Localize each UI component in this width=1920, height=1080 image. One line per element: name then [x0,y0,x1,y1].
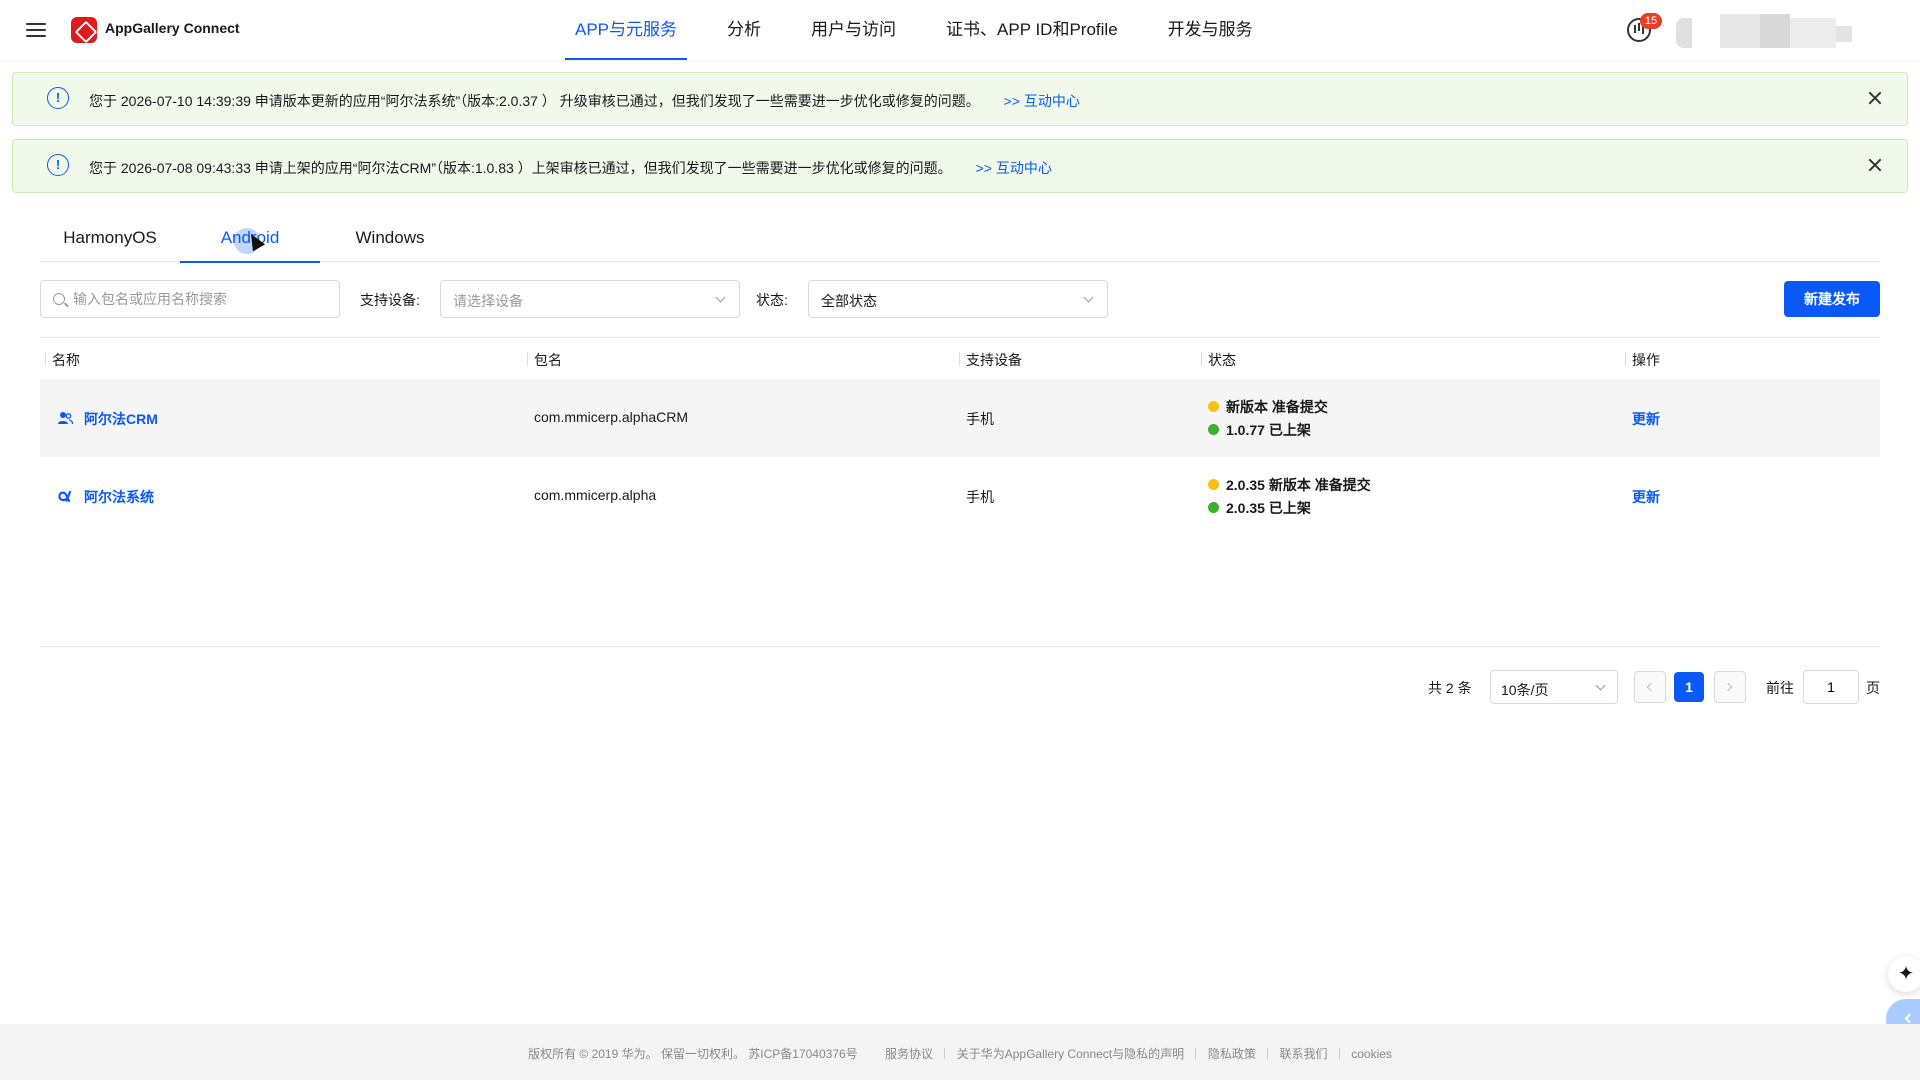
appgallery-logo-icon[interactable] [71,17,97,43]
tab-harmonyos[interactable]: HarmonyOS [40,214,180,262]
status-select[interactable]: 全部状态 [808,280,1108,318]
column-header-action: 操作 [1625,352,1660,368]
notice-text-wrapper: 您于 2026-07-08 09:43:33 申请上架的应用“阿尔法CRM”（版… [89,158,1052,178]
chevron-down-icon [1595,680,1606,691]
device-select-value: 请选择设备 [453,293,523,309]
chevron-down-icon [1083,292,1094,303]
nav-tab-analytics[interactable]: 分析 [717,0,771,60]
table-row[interactable]: 阿尔法系统 com.mmicerp.alpha 手机 2.0.35 新版本 准备… [40,457,1880,535]
footer-link-service-agreement[interactable]: 服务协议 [885,1047,933,1061]
info-icon: ! [47,87,69,109]
page-size-select[interactable]: 10条/页 [1490,670,1618,704]
interaction-center-link[interactable]: >> 互动中心 [1004,93,1080,109]
alpha-icon [58,490,72,503]
package-name: com.mmicerp.alpha [534,487,657,503]
device-filter-label: 支持设备: [360,292,420,308]
close-icon[interactable] [1865,88,1885,108]
footer-link-privacy-policy[interactable]: 隐私政策 [1208,1047,1256,1061]
table-row[interactable]: 阿尔法CRM com.mmicerp.alphaCRM 手机 新版本 准备提交 … [40,379,1880,457]
column-header-package: 包名 [527,352,562,368]
status-select-value: 全部状态 [821,293,877,309]
device-cell: 手机 [966,489,994,505]
search-input[interactable] [73,281,333,317]
notice-text: 您于 2026-07-08 09:43:33 申请上架的应用“阿尔法CRM”（版… [89,160,952,176]
chevron-left-icon [1646,682,1656,692]
status-text: 2.0.35 已上架 [1226,499,1311,516]
page-size-value: 10条/页 [1501,682,1549,698]
goto-label: 前往 [1766,680,1794,696]
footer-link-privacy-statement[interactable]: 关于华为AppGallery Connect与隐私的声明 [957,1047,1184,1061]
status-text: 新版本 准备提交 [1226,398,1328,415]
goto-page-input[interactable] [1803,670,1859,704]
status-filter-label: 状态: [756,292,788,308]
top-nav: AppGallery Connect APP与元服务 分析 用户与访问 证书、A… [0,0,1920,60]
chevron-left-icon [1904,1013,1915,1024]
footer-separator [1338,1048,1340,1059]
chevron-down-icon [715,292,726,303]
chevron-right-icon [1723,682,1733,692]
status-dot-pending [1208,479,1219,490]
pagination-total: 共 2 条 [1428,680,1472,696]
nav-tab-app-services[interactable]: APP与元服务 [565,0,688,60]
app-name-link[interactable]: 阿尔法CRM [84,409,158,429]
new-release-button[interactable]: 新建发布 [1784,281,1880,317]
hamburger-menu-icon[interactable] [24,18,48,42]
status-line: 2.0.35 已上架 [1208,496,1371,519]
footer-separator [944,1048,946,1059]
main-nav: APP与元服务 分析 用户与访问 证书、APP ID和Profile 开发与服务 [565,0,1293,60]
app-table: 名称 包名 支持设备 状态 操作 阿尔法CRM com.mmicerp.alph… [40,337,1880,535]
table-divider [40,646,1880,647]
package-name: com.mmicerp.alphaCRM [534,409,689,425]
notice-banner: ! 您于 2026-07-10 14:39:39 申请版本更新的应用“阿尔法系统… [12,72,1908,126]
prev-page-button[interactable] [1634,671,1666,703]
device-select[interactable]: 请选择设备 [440,280,740,318]
status-text: 1.0.77 已上架 [1226,421,1311,438]
status-cell: 新版本 准备提交 1.0.77 已上架 [1208,395,1328,441]
notice-banner: ! 您于 2026-07-08 09:43:33 申请上架的应用“阿尔法CRM”… [12,139,1908,193]
page-suffix-label: 页 [1866,680,1880,696]
column-header-device: 支持设备 [959,352,1022,368]
status-dot-pending [1208,401,1219,412]
footer-link-cookies[interactable]: cookies [1351,1047,1392,1061]
status-line: 2.0.35 新版本 准备提交 [1208,473,1371,496]
nav-tab-certificates[interactable]: 证书、APP ID和Profile [936,0,1128,60]
search-icon [53,293,65,305]
interaction-center-link[interactable]: >> 互动中心 [976,160,1052,176]
page-number-current[interactable]: 1 [1674,672,1704,702]
nav-tab-users-access[interactable]: 用户与访问 [801,0,906,60]
close-icon[interactable] [1865,155,1885,175]
table-header: 名称 包名 支持设备 状态 操作 [40,337,1880,379]
column-header-status: 状态 [1201,352,1236,368]
footer-link-contact-us[interactable]: 联系我们 [1280,1047,1328,1061]
status-line: 1.0.77 已上架 [1208,418,1328,441]
notice-text-wrapper: 您于 2026-07-10 14:39:39 申请版本更新的应用“阿尔法系统”（… [89,91,1080,111]
app-name-link[interactable]: 阿尔法系统 [84,487,154,507]
status-dot-live [1208,502,1219,513]
platform-tabs: HarmonyOS Android Windows [40,214,1880,263]
tab-windows[interactable]: Windows [320,214,460,262]
footer-separator [1267,1048,1269,1059]
info-icon: ! [47,154,69,176]
notification-badge: 15 [1640,13,1662,29]
status-dot-live [1208,424,1219,435]
footer-content: 版权所有 © 2019 华为。 保留一切权利。 苏ICP备17040376号 服… [0,1045,1920,1062]
column-header-name: 名称 [45,352,80,368]
footer: 版权所有 © 2019 华为。 保留一切权利。 苏ICP备17040376号 服… [0,1024,1920,1080]
update-link[interactable]: 更新 [1632,409,1660,429]
brand-name[interactable]: AppGallery Connect [105,20,240,36]
users-icon [58,412,73,425]
notice-text: 您于 2026-07-10 14:39:39 申请版本更新的应用“阿尔法系统”（… [89,93,980,109]
footer-separator [1195,1048,1197,1059]
next-page-button[interactable] [1714,671,1746,703]
search-box [40,280,340,318]
nav-tab-dev-services[interactable]: 开发与服务 [1158,0,1263,60]
copyright-text: 版权所有 © 2019 华为。 保留一切权利。 苏ICP备17040376号 [528,1047,858,1061]
status-text: 2.0.35 新版本 准备提交 [1226,476,1371,493]
device-cell: 手机 [966,411,994,427]
user-account-area[interactable] [1676,14,1876,48]
status-line: 新版本 准备提交 [1208,395,1328,418]
update-link[interactable]: 更新 [1632,487,1660,507]
ai-assistant-sparkle-icon[interactable]: ✦ [1888,956,1920,992]
status-cell: 2.0.35 新版本 准备提交 2.0.35 已上架 [1208,473,1371,519]
